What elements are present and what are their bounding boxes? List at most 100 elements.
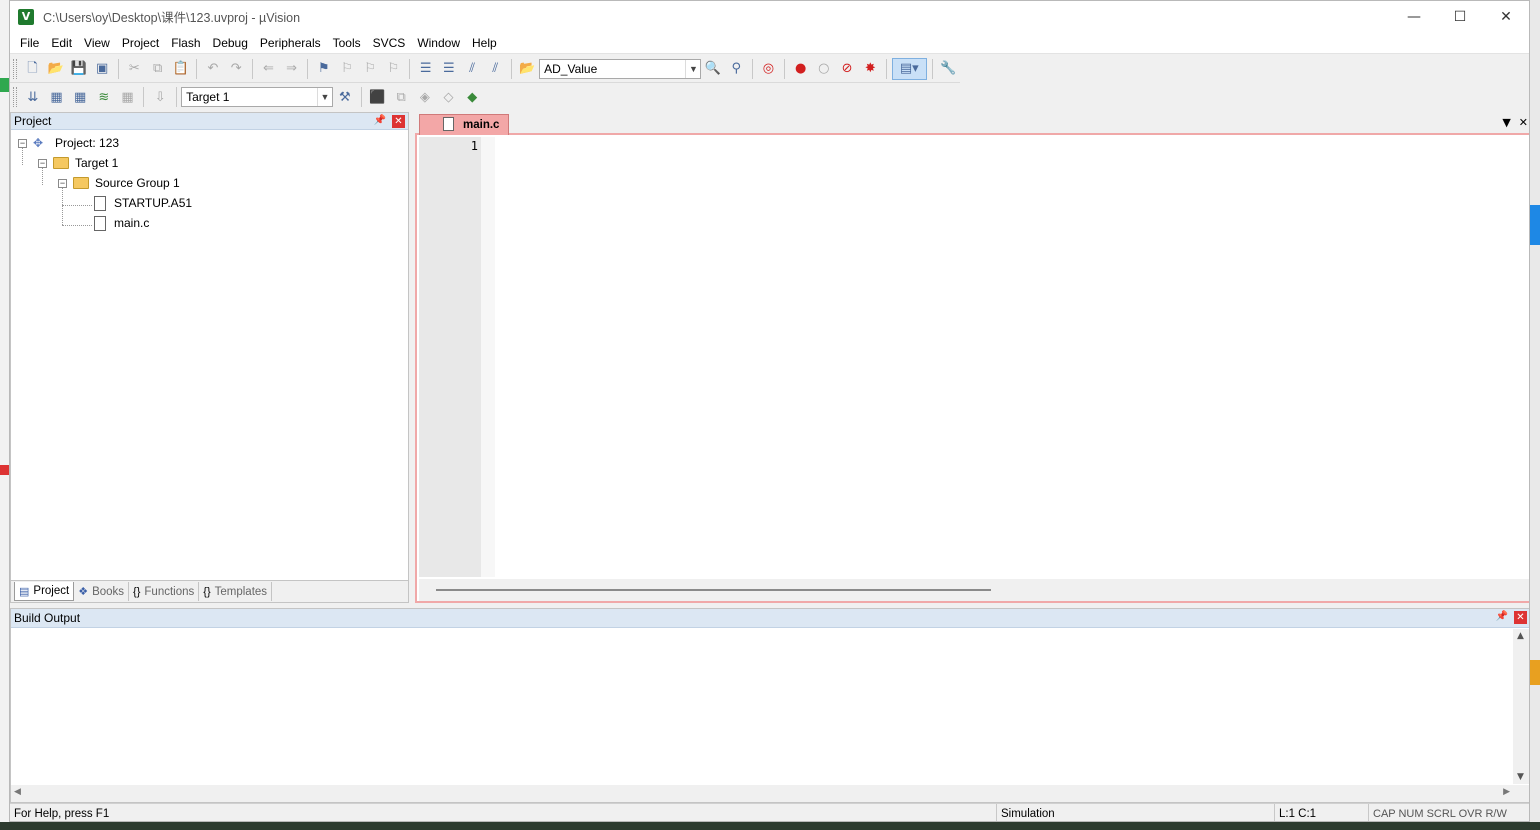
save-icon[interactable]: 💾: [68, 58, 89, 80]
title-bar[interactable]: V C:\Users\oy\Desktop\课件\123.uvproj - µV…: [10, 1, 1529, 32]
menu-file[interactable]: File: [14, 36, 45, 50]
comment-icon[interactable]: ⫽: [461, 58, 482, 80]
insert-breakpoint-icon[interactable]: ●: [790, 58, 811, 80]
manage-project-items-icon[interactable]: ⬛: [367, 86, 389, 108]
collapse-icon[interactable]: −: [58, 178, 67, 188]
tree-item-target[interactable]: − Target 1: [38, 153, 118, 173]
scrollbar-thumb[interactable]: [436, 589, 991, 591]
insert-bookmark-icon[interactable]: ⚑: [313, 58, 334, 80]
download-load-icon[interactable]: ⇩: [149, 86, 171, 108]
scroll-up-icon[interactable]: ▲: [1517, 631, 1524, 641]
tab-books[interactable]: ❖ Books: [74, 582, 130, 601]
batch-build-icon[interactable]: ≋: [93, 86, 115, 108]
tree-item-source-group[interactable]: − Source Group 1: [58, 173, 180, 193]
books-icon: ❖: [78, 586, 89, 598]
next-bookmark-icon[interactable]: ⚐: [360, 58, 381, 80]
status-indicators: CAP NUM SCRL OVR R/W: [1368, 804, 1529, 821]
find-in-files-icon[interactable]: 📂: [517, 58, 538, 80]
build-icon[interactable]: ▦: [46, 86, 68, 108]
uncomment-icon[interactable]: ⫽: [485, 58, 506, 80]
scroll-left-icon[interactable]: ◀: [14, 787, 21, 797]
menu-project[interactable]: Project: [116, 36, 165, 50]
unindent-icon[interactable]: ☰: [438, 58, 459, 80]
copy-icon[interactable]: ⧉: [147, 58, 168, 80]
collapse-icon[interactable]: −: [38, 158, 47, 168]
target-options-icon[interactable]: ⚒: [334, 86, 356, 108]
maximize-button[interactable]: ☐: [1437, 1, 1483, 32]
window-layout-icon[interactable]: ▤▾: [891, 57, 927, 80]
menu-debug[interactable]: Debug: [207, 36, 254, 50]
rebuild-icon[interactable]: ▦: [69, 86, 91, 108]
navigate-forward-icon[interactable]: ⇒: [281, 58, 302, 80]
tab-project[interactable]: ▤ Project: [14, 582, 75, 601]
collapse-icon[interactable]: −: [18, 138, 27, 148]
toolbar-separator: [143, 87, 145, 107]
tab-functions[interactable]: {} Functions: [129, 582, 200, 601]
previous-bookmark-icon[interactable]: ⚐: [336, 58, 357, 80]
minimize-button[interactable]: —: [1391, 1, 1437, 32]
menu-window[interactable]: Window: [411, 36, 466, 50]
chevron-down-icon[interactable]: ▼: [685, 59, 700, 78]
toolbar-separator: [510, 58, 512, 79]
toolbar-grip[interactable]: [13, 87, 17, 107]
status-mode: Simulation: [996, 804, 1273, 821]
tree-item-project[interactable]: − ✥ Project: 123: [18, 133, 119, 153]
save-all-icon[interactable]: ▣: [92, 58, 113, 80]
close-window-button[interactable]: ✕: [1483, 1, 1529, 32]
menu-view[interactable]: View: [78, 36, 116, 50]
menu-edit[interactable]: Edit: [45, 36, 78, 50]
pin-icon[interactable]: 📌: [374, 115, 386, 126]
translate-icon[interactable]: ⇊: [22, 86, 44, 108]
undo-icon[interactable]: ↶: [202, 58, 223, 80]
manage-runtime-icon[interactable]: ◆: [461, 86, 483, 108]
configure-icon[interactable]: 🔧: [938, 58, 959, 80]
new-file-icon[interactable]: 🗋: [22, 58, 43, 80]
line-number-gutter: 1: [419, 137, 481, 577]
build-output-title: Build Output: [14, 611, 81, 625]
editor-tab-strip: main.c ▼ ✕: [415, 112, 1529, 135]
clear-bookmarks-icon[interactable]: ⚐: [383, 58, 404, 80]
code-editor[interactable]: 1: [415, 135, 1529, 603]
menu-flash[interactable]: Flash: [165, 36, 206, 50]
build-output-vertical-scrollbar[interactable]: ▲ ▼: [1513, 629, 1529, 784]
tab-main-c[interactable]: main.c: [419, 114, 509, 135]
menu-help[interactable]: Help: [466, 36, 503, 50]
disable-breakpoints-icon[interactable]: ⊘: [836, 58, 857, 80]
file-extensions-icon[interactable]: ⧉: [390, 86, 412, 108]
cut-icon[interactable]: ✂: [124, 58, 145, 80]
build-output-pane: Build Output 📌 ✕ ▲ ▼ ◀ ▶: [10, 608, 1529, 803]
target-combo[interactable]: Target 1 ▼: [181, 87, 333, 107]
menu-svcs[interactable]: SVCS: [367, 36, 412, 50]
menu-peripherals[interactable]: Peripherals: [254, 36, 327, 50]
close-icon[interactable]: ✕: [1514, 611, 1527, 624]
stop-build-icon[interactable]: ▦: [117, 86, 139, 108]
navigate-back-icon[interactable]: ⇐: [258, 58, 279, 80]
paste-icon[interactable]: 📋: [170, 58, 191, 80]
chevron-down-icon[interactable]: ▼: [316, 88, 332, 106]
redo-icon[interactable]: ↷: [226, 58, 247, 80]
toolbar-grip[interactable]: [13, 58, 17, 79]
tree-item-file[interactable]: STARTUP.A51: [94, 193, 192, 213]
tab-list-icon[interactable]: ▼: [1502, 116, 1510, 129]
open-file-icon[interactable]: 📂: [45, 58, 66, 80]
tree-item-file[interactable]: main.c: [94, 213, 149, 233]
incremental-find-icon[interactable]: ⚲: [726, 58, 747, 80]
status-position: L:1 C:1: [1274, 804, 1367, 821]
pin-icon[interactable]: 📌: [1496, 611, 1508, 622]
tab-templates[interactable]: {} Templates: [199, 582, 273, 601]
menu-tools[interactable]: Tools: [327, 36, 367, 50]
find-icon[interactable]: 🔍: [702, 58, 723, 80]
enable-breakpoint-icon[interactable]: ○: [813, 58, 834, 80]
pack-installer-icon[interactable]: ◇: [438, 86, 460, 108]
indent-icon[interactable]: ☰: [415, 58, 436, 80]
scroll-right-icon[interactable]: ▶: [1503, 787, 1510, 797]
close-tab-icon[interactable]: ✕: [1519, 116, 1528, 129]
build-output-horizontal-scrollbar[interactable]: ◀ ▶: [11, 785, 1529, 802]
scroll-down-icon[interactable]: ▼: [1517, 772, 1524, 782]
close-icon[interactable]: ✕: [392, 115, 405, 128]
start-debug-icon[interactable]: ◎: [758, 58, 779, 80]
editor-horizontal-scrollbar[interactable]: [419, 579, 1529, 601]
select-packs-icon[interactable]: ◈: [414, 86, 436, 108]
kill-breakpoints-icon[interactable]: ✸: [860, 58, 881, 80]
find-combo[interactable]: AD_Value ▼: [539, 58, 702, 79]
